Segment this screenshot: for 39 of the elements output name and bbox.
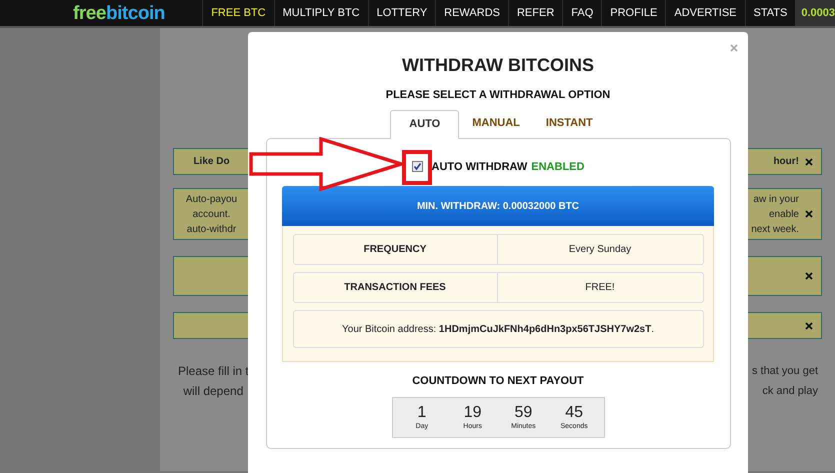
min-withdraw-header: MIN. WITHDRAW: 0.00032000 BTC [282,186,714,226]
site-logo[interactable]: freebitcoin [73,4,165,22]
countdown-title: COUNTDOWN TO NEXT PAYOUT [412,374,584,389]
notice-text: hour! [772,155,799,169]
close-icon[interactable] [805,210,813,218]
option-tab[interactable]: MANUAL [459,110,533,138]
nav-link[interactable]: FAQ [562,0,602,26]
highlight-frame [402,150,432,185]
countdown-value: 1 [417,404,426,420]
nav-link[interactable]: LOTTERY [368,0,436,26]
bitcoin-address-text: Your Bitcoin address: 1HDmjmCuJkFNh4p6dHn3px56TJSHY7w2sT. [342,322,654,336]
dialog-subtitle: PLEASE SELECT A WITHDRAWAL OPTION [386,88,610,103]
option-tab[interactable]: AUTO [390,110,460,138]
nav-link[interactable]: ADVERTISE [665,0,745,26]
option-tab[interactable]: INSTANT [532,110,606,138]
close-icon[interactable] [805,322,813,330]
balance-display: 0.0003 [795,0,835,26]
nav-link[interactable]: REWARDS [435,0,508,26]
nav-link[interactable]: MULTIPLY BTC [274,0,368,26]
checkbox-label: AUTO WITHDRAW [432,160,528,174]
notice-text: aw in your enable next week. [750,192,799,236]
countdown-value: 59 [514,404,532,420]
detail-value: Every Sunday [568,243,632,257]
notice-text: Like Do [192,155,231,169]
detail-value: FREE! [584,281,616,295]
nav-link[interactable]: PROFILE [601,0,666,26]
nav-link[interactable]: REFER [508,0,562,26]
auto-withdraw-checkbox[interactable] [412,161,423,172]
nav-link[interactable]: FREE BTC [202,0,274,26]
close-icon[interactable] [805,158,813,166]
paragraph-text: s that you get ck and play [752,364,819,399]
countdown-value: 45 [565,404,584,420]
detail-label: FREQUENCY [294,235,498,264]
close-icon[interactable] [805,272,813,280]
dialog-title: WITHDRAW BITCOINS [402,54,594,76]
notice-text: Auto-payou account. auto-withdr [184,192,238,236]
status-text: ENABLED [531,160,584,174]
detail-label: TRANSACTION FEES [294,273,498,302]
countdown-value: 19 [464,404,482,420]
